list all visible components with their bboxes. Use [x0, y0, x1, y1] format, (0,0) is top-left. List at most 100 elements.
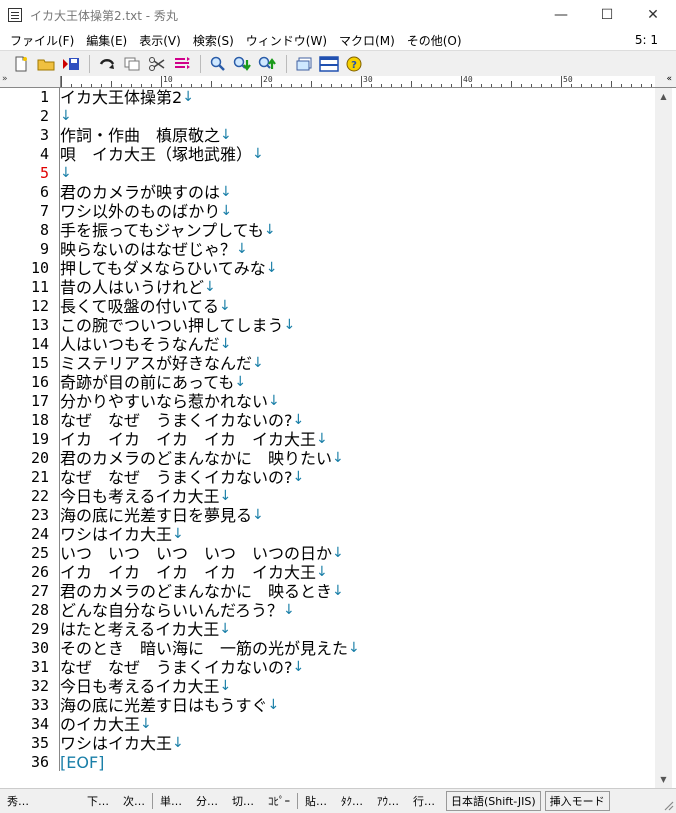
find-icon[interactable]	[207, 54, 229, 74]
editor-line[interactable]: 16 奇跡が目の前にあっても ↓	[0, 373, 655, 392]
line-text[interactable]: ワシはイカ大王	[60, 525, 172, 544]
find-down-icon[interactable]	[232, 54, 254, 74]
status-insert-mode[interactable]: 挿入モード	[544, 791, 610, 811]
status-line[interactable]: 行…	[406, 793, 442, 809]
line-text[interactable]: 海の底に光差す日を夢見る	[60, 506, 252, 525]
line-text[interactable]: イカ大王体操第2	[60, 88, 182, 107]
editor-line[interactable]: 35 ワシはイカ大王 ↓	[0, 734, 655, 753]
line-text[interactable]: 昔の人はいうけれど	[60, 278, 204, 297]
line-text[interactable]: 人はいつもそうなんだ	[60, 335, 220, 354]
editor-line[interactable]: 30 そのとき 暗い海に 一筋の光が見えた ↓	[0, 639, 655, 658]
ruler-collapse-icon[interactable]: «	[666, 74, 672, 84]
menu-file[interactable]: ファイル(F)	[4, 32, 80, 49]
menu-view[interactable]: 表示(V)	[133, 32, 187, 49]
line-text[interactable]: 押してもダメならひいてみな	[60, 259, 266, 278]
editor-line[interactable]: 13 この腕でついつい押してしまう ↓	[0, 316, 655, 335]
line-text[interactable]: ワシはイカ大王	[60, 734, 172, 753]
resize-grip-icon[interactable]	[662, 799, 674, 811]
line-text[interactable]: この腕でついつい押してしまう	[60, 316, 284, 335]
editor-line[interactable]: 14 人はいつもそうなんだ ↓	[0, 335, 655, 354]
maximize-button[interactable]: ☐	[584, 0, 630, 30]
line-text[interactable]: 今日も考えるイカ大王	[60, 487, 220, 506]
line-text[interactable]: 海の底に光差す日はもうすぐ	[60, 696, 268, 715]
menu-macro[interactable]: マクロ(M)	[333, 32, 401, 49]
editor-line[interactable]: 10 押してもダメならひいてみな ↓	[0, 259, 655, 278]
editor-line[interactable]: 29 はたと考えるイカ大王 ↓	[0, 620, 655, 639]
line-text[interactable]: ワシ以外のものばかり	[60, 202, 220, 221]
line-text[interactable]: ミステリアスが好きなんだ	[60, 354, 252, 373]
minimize-button[interactable]: —	[538, 0, 584, 30]
editor-line[interactable]: 9 映らないのはなぜじゃ？ ↓	[0, 240, 655, 259]
line-text[interactable]: 君のカメラが映すのは	[60, 183, 220, 202]
menu-search[interactable]: 検索(S)	[187, 32, 240, 49]
ruler-track[interactable]: 10 20 30 40 50	[60, 75, 655, 87]
line-text[interactable]: 分かりやすいなら惹かれない	[60, 392, 268, 411]
status-split[interactable]: 分…	[189, 793, 225, 809]
menu-window[interactable]: ウィンドウ(W)	[240, 32, 333, 49]
editor-line[interactable]: 34 のイカ大王 ↓	[0, 715, 655, 734]
status-copy[interactable]: ｺﾋﾟｰ	[261, 793, 297, 809]
editor-line[interactable]: 27 君のカメラのどまんなかに 映るとき ↓	[0, 582, 655, 601]
editor-line[interactable]: 18 なぜ なぜ うまくイカないの? ↓	[0, 411, 655, 430]
scroll-down-icon[interactable]: ▼	[655, 771, 672, 788]
line-text[interactable]: 君のカメラのどまんなかに 映るとき	[60, 582, 332, 601]
copy-icon[interactable]	[121, 54, 143, 74]
line-text[interactable]: 君のカメラのどまんなかに 映りたい	[60, 449, 332, 468]
line-text[interactable]: 長くて吸盤の付いてる	[60, 297, 219, 316]
editor-line[interactable]: 20 君のカメラのどまんなかに 映りたい ↓	[0, 449, 655, 468]
line-text[interactable]: なぜ なぜ うまくイカないの?	[60, 468, 293, 487]
editor-line[interactable]: 21 なぜ なぜ うまくイカないの? ↓	[0, 468, 655, 487]
split-window-icon[interactable]	[318, 54, 340, 74]
line-text[interactable]: イカ イカ イカ イカ イカ大王	[60, 430, 316, 449]
line-text[interactable]: イカ イカ イカ イカ イカ大王	[60, 563, 316, 582]
line-text[interactable]: 手を振ってもジャンプしても	[60, 221, 264, 240]
line-text[interactable]: いつ いつ いつ いつ いつの日か	[60, 544, 332, 563]
line-text[interactable]: のイカ大王	[60, 715, 140, 734]
status-hidemaru[interactable]: 秀…	[0, 793, 80, 809]
editor-line[interactable]: 26 イカ イカ イカ イカ イカ大王 ↓	[0, 563, 655, 582]
line-text[interactable]: なぜ なぜ うまくイカないの?	[60, 658, 293, 677]
find-up-icon[interactable]	[257, 54, 279, 74]
save-icon[interactable]	[60, 54, 82, 74]
menu-other[interactable]: その他(O)	[401, 32, 468, 49]
status-outline[interactable]: ｱｳ…	[370, 793, 406, 809]
editor-line[interactable]: 28 どんな自分ならいいんだろう？ ↓	[0, 601, 655, 620]
editor-line[interactable]: 7 ワシ以外のものばかり ↓	[0, 202, 655, 221]
status-encoding[interactable]: 日本語(Shift-JIS)	[446, 791, 541, 811]
editor-line[interactable]: 32 今日も考えるイカ大王 ↓	[0, 677, 655, 696]
editor-line[interactable]: 11 昔の人はいうけれど ↓	[0, 278, 655, 297]
editor-line[interactable]: 5 ↓	[0, 164, 655, 183]
editor-line[interactable]: 4 唄 イカ大王（塚地武雅） ↓	[0, 145, 655, 164]
editor-line[interactable]: 8 手を振ってもジャンプしても ↓	[0, 221, 655, 240]
status-next[interactable]: 次…	[116, 793, 152, 809]
editor-line[interactable]: 25 いつ いつ いつ いつ いつの日か ↓	[0, 544, 655, 563]
editor-line[interactable]: 33 海の底に光差す日はもうすぐ ↓	[0, 696, 655, 715]
editor-line[interactable]: 24 ワシはイカ大王 ↓	[0, 525, 655, 544]
editor-line[interactable]: 36 [EOF]	[0, 753, 655, 772]
vertical-scrollbar[interactable]: ▲ ▼	[655, 88, 672, 788]
new-file-icon[interactable]	[10, 54, 32, 74]
open-folder-icon[interactable]	[35, 54, 57, 74]
status-tag[interactable]: ﾀｸ…	[334, 793, 370, 809]
undo-icon[interactable]	[96, 54, 118, 74]
editor-line[interactable]: 6 君のカメラが映すのは ↓	[0, 183, 655, 202]
scroll-up-icon[interactable]: ▲	[655, 88, 672, 105]
editor-line[interactable]: 12 長くて吸盤の付いてる ↓	[0, 297, 655, 316]
app-icon[interactable]	[8, 8, 22, 22]
status-cut[interactable]: 切…	[225, 793, 261, 809]
editor-line[interactable]: 1 イカ大王体操第2 ↓	[0, 88, 655, 107]
line-text[interactable]: 今日も考えるイカ大王	[60, 677, 220, 696]
line-text[interactable]: 奇跡が目の前にあっても	[60, 373, 234, 392]
editor-line[interactable]: 31 なぜ なぜ うまくイカないの? ↓	[0, 658, 655, 677]
text-editor[interactable]: 1 イカ大王体操第2 ↓ 2 ↓ 3 作詞・作曲 槙原敬之 ↓ 4 唄 イカ大王（塚地武雅） ↓ 5 ↓…	[0, 88, 655, 788]
editor-line[interactable]: 3 作詞・作曲 槙原敬之 ↓	[0, 126, 655, 145]
cut-icon[interactable]	[146, 54, 168, 74]
line-text[interactable]: そのとき 暗い海に 一筋の光が見えた	[60, 639, 348, 658]
status-word[interactable]: 単…	[153, 793, 189, 809]
editor-line[interactable]: 22 今日も考えるイカ大王 ↓	[0, 487, 655, 506]
menu-edit[interactable]: 編集(E)	[80, 32, 133, 49]
editor-line[interactable]: 19 イカ イカ イカ イカ イカ大王 ↓	[0, 430, 655, 449]
editor-line[interactable]: 23 海の底に光差す日を夢見る ↓	[0, 506, 655, 525]
line-text[interactable]: 映らないのはなぜじゃ？	[60, 240, 236, 259]
status-paste[interactable]: 貼…	[298, 793, 334, 809]
